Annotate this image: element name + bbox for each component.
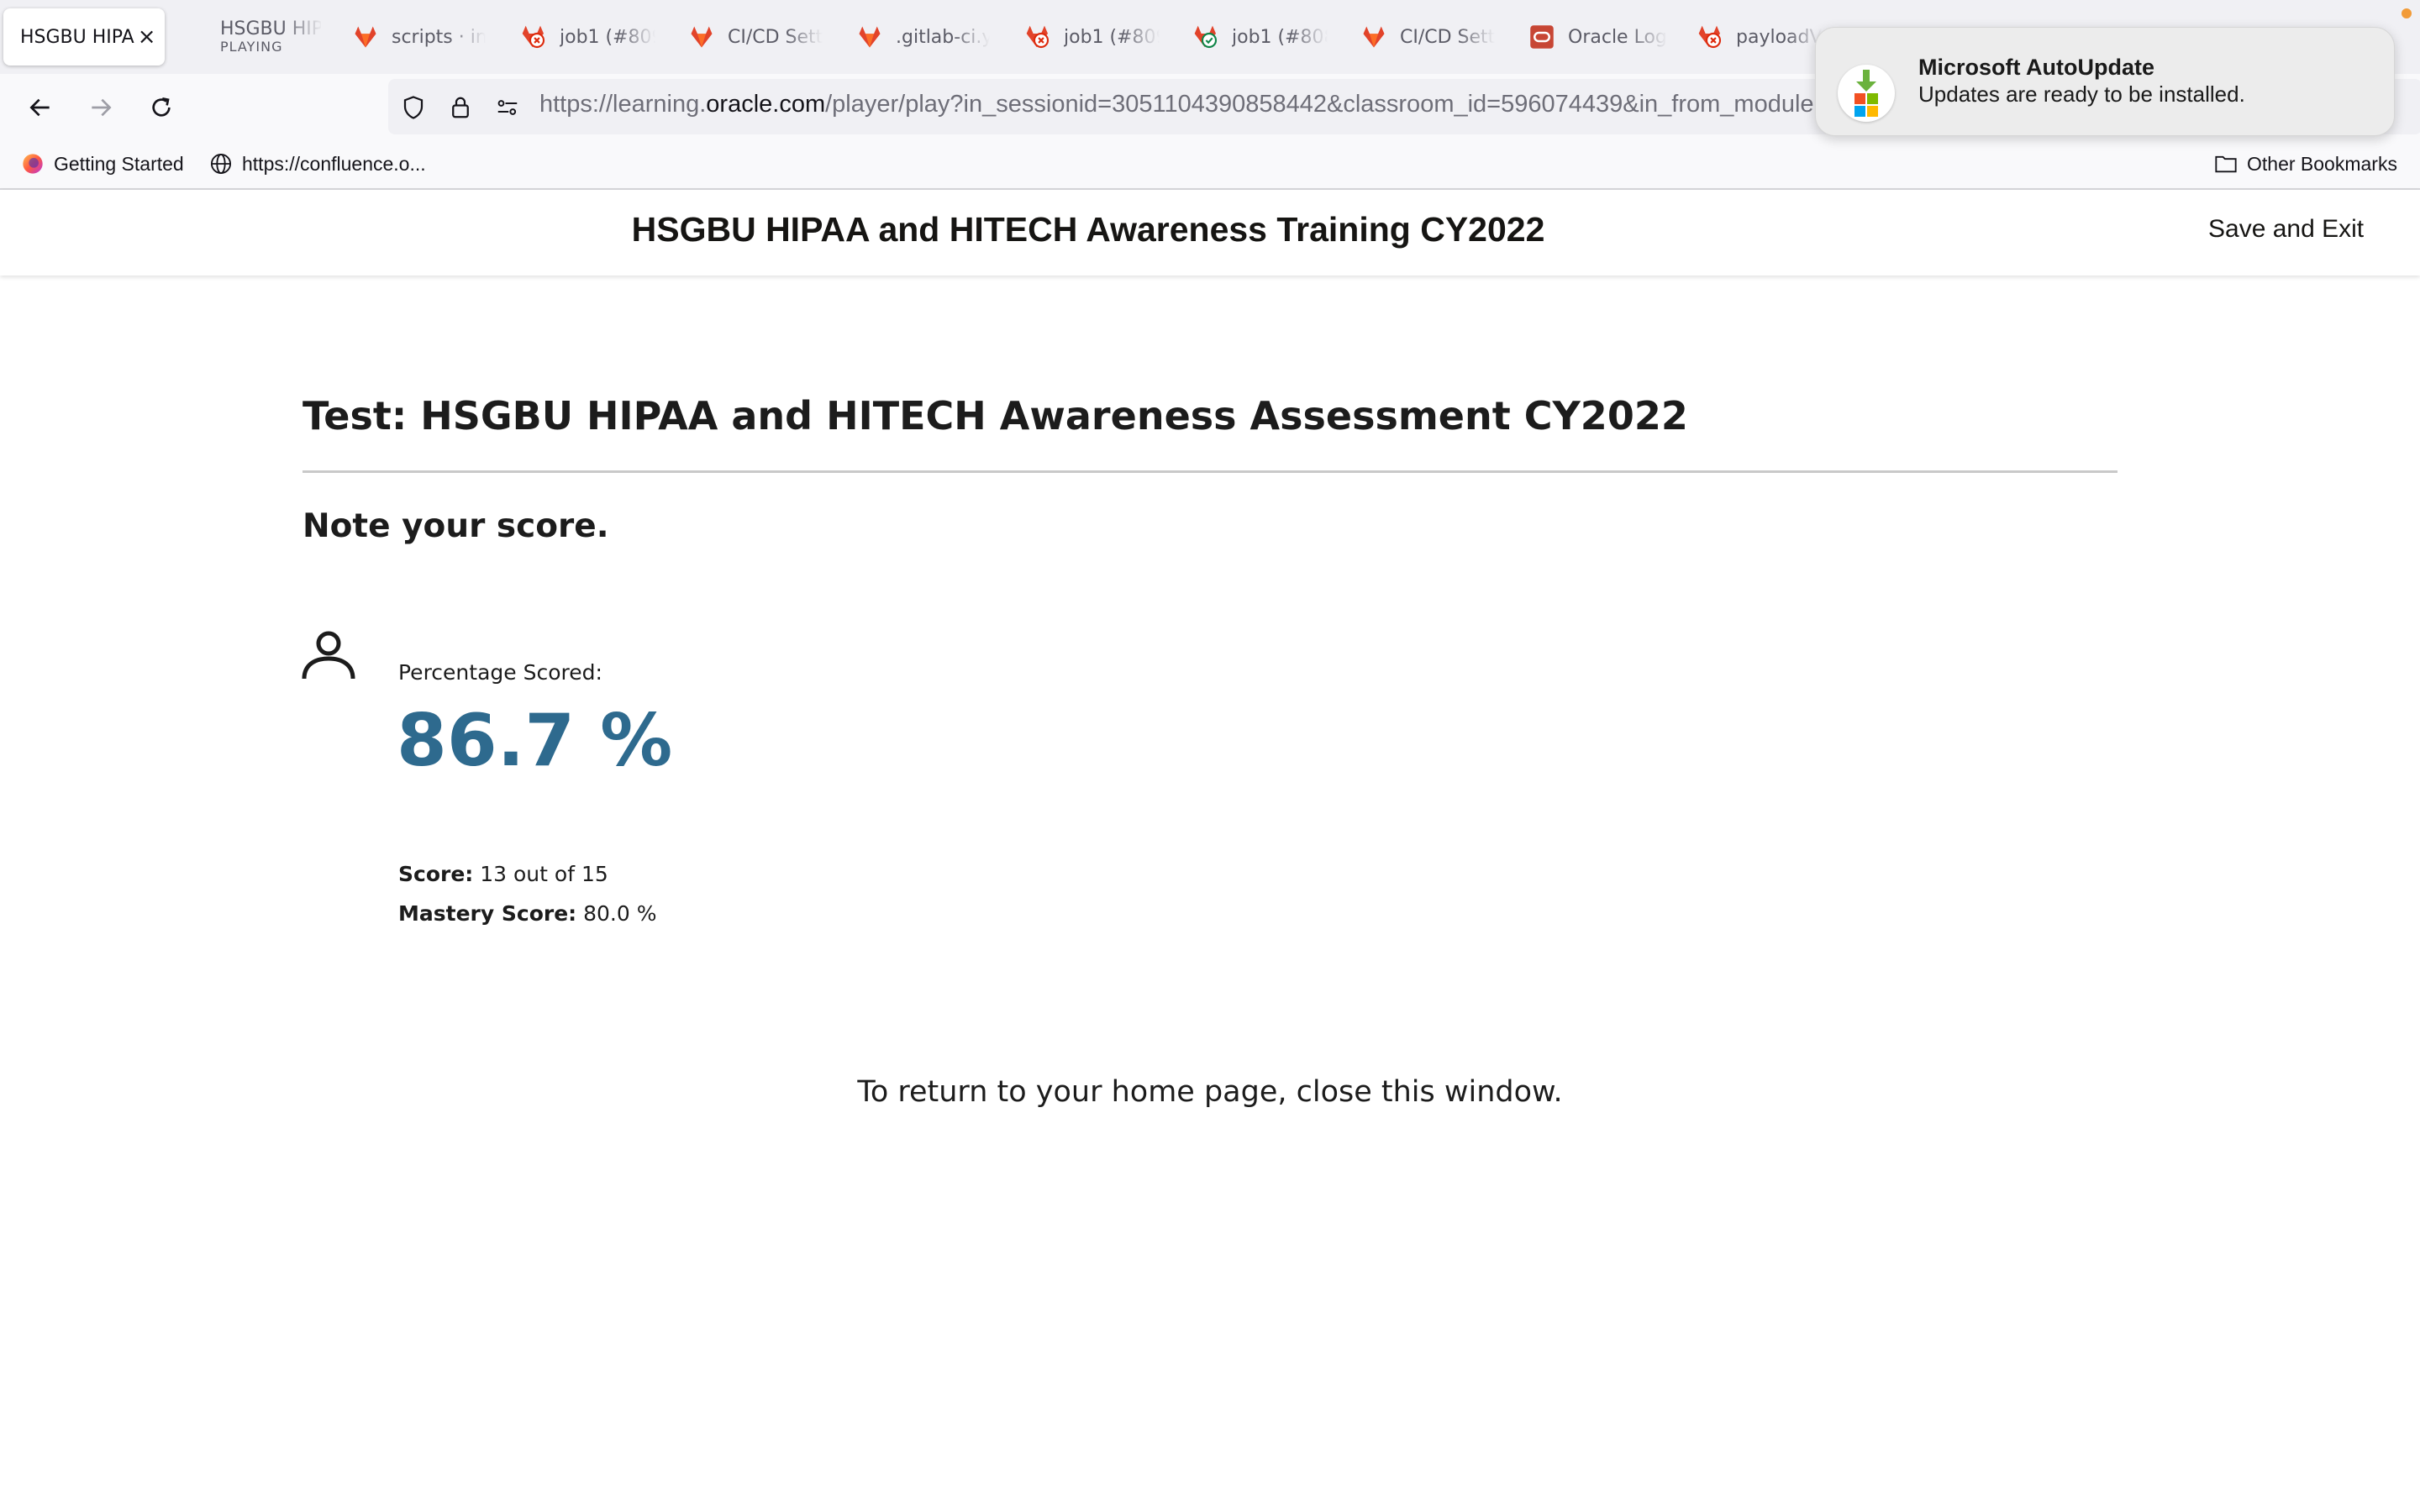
gitlab-failed-icon — [1023, 23, 1052, 51]
tab-playing-label: PLAYING — [220, 39, 283, 55]
tab-label: .gitlab-ci.y — [896, 26, 990, 48]
reload-button[interactable] — [143, 89, 180, 126]
oracle-icon — [1528, 23, 1556, 51]
tab-label: CI/CD Sett — [728, 26, 823, 48]
tab-label: Oracle Log — [1568, 26, 1667, 48]
test-title: Test: HSGBU HIPAA and HITECH Awareness A… — [302, 393, 1688, 438]
tab-label: job1 (#808 — [1232, 26, 1328, 48]
tab-gitlab-ci[interactable]: .gitlab-ci.y — [855, 8, 990, 66]
mastery-score-line: Mastery Score: 80.0 % — [398, 901, 656, 926]
percentage-label: Percentage Scored: — [398, 660, 602, 685]
tab-scripts[interactable]: scripts · in — [351, 8, 486, 66]
tab-hsgbu-active[interactable]: HSGBU HIPA × — [3, 8, 165, 66]
title-divider — [302, 470, 2118, 473]
bookmark-confluence[interactable]: https://confluence.o... — [208, 151, 426, 176]
microsoft-autoupdate-icon — [1838, 65, 1895, 122]
score-label: Score: — [398, 862, 474, 886]
gitlab-failed-icon — [519, 23, 548, 51]
tab-label: CI/CD Sett — [1400, 26, 1496, 48]
bookmark-label: Getting Started — [54, 152, 184, 175]
gitlab-icon — [855, 23, 884, 51]
lock-icon[interactable] — [445, 92, 476, 123]
tab-label: scripts · in — [392, 26, 486, 48]
globe-icon — [208, 151, 234, 176]
bookmarks-bar: Getting Started https://confluence.o... … — [0, 141, 2420, 190]
notification-badge — [2402, 8, 2412, 18]
gitlab-icon — [351, 23, 380, 51]
folder-icon — [2213, 151, 2238, 176]
close-icon[interactable]: × — [138, 24, 156, 50]
tab-job1-809-b[interactable]: job1 (#809 — [1023, 8, 1160, 66]
gitlab-failed-icon — [1696, 23, 1724, 51]
gitlab-icon — [687, 23, 716, 51]
tab-cicd-settings[interactable]: CI/CD Sett — [687, 8, 829, 66]
url-prefix: https://learning. — [539, 91, 707, 118]
back-button[interactable] — [22, 89, 59, 126]
return-message: To return to your home page, close this … — [857, 1075, 1563, 1109]
notification-title: Microsoft AutoUpdate — [1918, 55, 2154, 80]
notification-body: Updates are ready to be installed. — [1918, 81, 2245, 107]
mastery-score-label: Mastery Score: — [398, 901, 577, 926]
gitlab-icon — [1360, 23, 1388, 51]
back-arrow-icon — [29, 98, 50, 117]
bookmark-other[interactable]: Other Bookmarks — [2213, 151, 2397, 176]
tab-hsgbu-playing[interactable]: HSGBU HIP PLAYING — [220, 8, 321, 66]
mastery-score-value: 80.0 % — [583, 901, 657, 926]
url-path: /player/play?in_sessionid=30511043908584… — [825, 91, 1814, 118]
person-icon — [301, 628, 356, 682]
tab-label: job1 (#809 — [560, 26, 655, 48]
tab-label: HSGBU HIPA — [20, 26, 134, 48]
url-text[interactable]: https://learning.oracle.com/player/play?… — [539, 91, 1814, 118]
tab-label: payloadVa — [1736, 26, 1822, 48]
forward-arrow-icon — [92, 98, 112, 117]
tab-job1-808[interactable]: job1 (#808 — [1192, 8, 1328, 66]
permissions-icon[interactable] — [492, 92, 523, 123]
percentage-value: 86.7 % — [397, 699, 673, 783]
tab-payload[interactable]: payloadVa — [1696, 8, 1822, 66]
autoupdate-notification[interactable]: Microsoft AutoUpdate Updates are ready t… — [1815, 27, 2395, 136]
tab-label: HSGBU HIP — [220, 19, 321, 40]
course-header: HSGBU HIPAA and HITECH Awareness Trainin… — [0, 190, 2420, 276]
tab-oracle-login[interactable]: Oracle Log — [1528, 8, 1669, 66]
course-title: HSGBU HIPAA and HITECH Awareness Trainin… — [631, 210, 1545, 249]
score-value: 13 out of 15 — [480, 862, 608, 886]
forward-button[interactable] — [82, 89, 119, 126]
bookmark-getting-started[interactable]: Getting Started — [20, 151, 184, 176]
tab-job1-809[interactable]: job1 (#809 — [519, 8, 655, 66]
tab-cicd-settings-b[interactable]: CI/CD Sett — [1360, 8, 1501, 66]
tracking-shield-icon[interactable] — [398, 92, 429, 123]
bookmark-label: Other Bookmarks — [2247, 152, 2397, 175]
note-heading: Note your score. — [302, 507, 609, 545]
url-host: oracle.com — [706, 91, 826, 118]
bookmark-label: https://confluence.o... — [242, 152, 426, 175]
firefox-icon — [20, 151, 45, 176]
tab-label: job1 (#809 — [1064, 26, 1160, 48]
save-and-exit-button[interactable]: Save and Exit — [2208, 215, 2364, 244]
reload-icon — [152, 97, 171, 117]
score-line: Score: 13 out of 15 — [398, 862, 608, 886]
gitlab-passed-icon — [1192, 23, 1220, 51]
